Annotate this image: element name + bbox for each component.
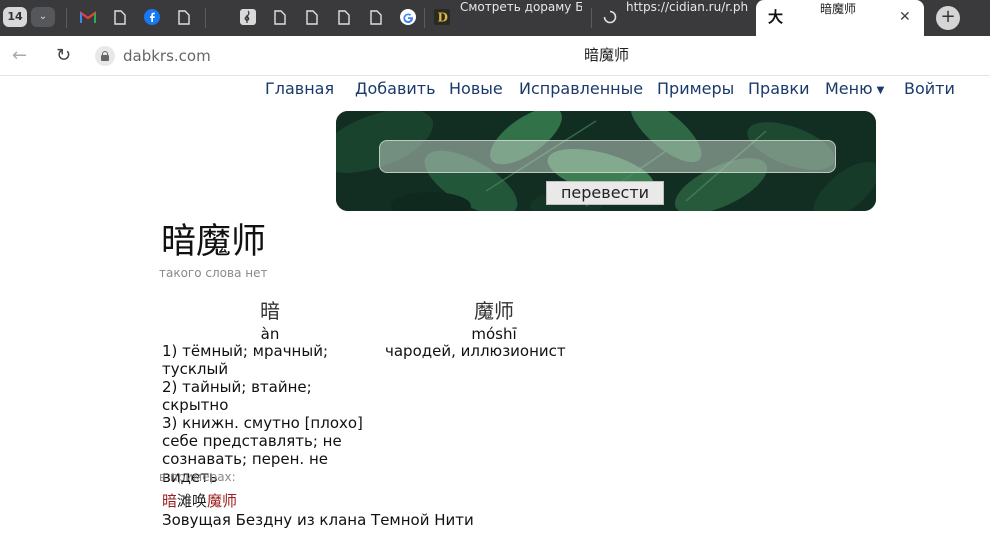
address-page-title: 暗魔师: [584, 46, 630, 64]
nav-edits[interactable]: Правки: [748, 79, 809, 99]
gmail-tab[interactable]: [79, 8, 97, 26]
close-icon[interactable]: ✕: [899, 8, 911, 26]
component-2-hanzi[interactable]: 魔师: [444, 298, 544, 324]
tab-strip: 14 ⌄ D Смотреть дораму Ба https://cidian…: [0, 0, 990, 36]
document-tab[interactable]: [271, 8, 289, 26]
nav-new[interactable]: Новые: [449, 79, 503, 99]
back-arrow-icon[interactable]: ←: [12, 46, 27, 66]
document-icon: [274, 9, 286, 25]
facebook-tab[interactable]: [143, 8, 161, 26]
treble-clef-icon: [240, 9, 256, 25]
component-2-definitions: чародей, иллюзионист: [385, 342, 585, 360]
tab-list-dropdown[interactable]: ⌄: [31, 7, 55, 27]
document-tab[interactable]: [175, 8, 193, 26]
component-1-hanzi[interactable]: 暗: [240, 298, 300, 324]
reload-icon[interactable]: ↻: [56, 46, 71, 66]
chevron-down-icon: ⌄: [38, 11, 48, 22]
loading-tab-favicon: [601, 8, 619, 26]
definition-line: 2) тайный; втайне; скрытно: [162, 378, 312, 414]
tab-cidian[interactable]: https://cidian.ru/r.ph: [626, 0, 748, 36]
document-tab[interactable]: [367, 8, 385, 26]
example-translation: Зовущая Бездну из клана Темной Нити: [162, 511, 474, 529]
example-plain: 滩唤: [177, 492, 208, 510]
loading-spinner-icon: [603, 10, 617, 24]
translate-button[interactable]: перевести: [546, 181, 664, 205]
tab-separator: [424, 8, 425, 28]
headword: 暗魔师: [161, 222, 267, 262]
dorama-tab-favicon[interactable]: D: [433, 8, 451, 26]
music-tab[interactable]: [239, 8, 257, 26]
definition-line: 1) тёмный; мрачный;: [162, 342, 329, 360]
component-1: 暗 àn: [240, 298, 300, 344]
nav-corrected[interactable]: Исправленные: [519, 79, 643, 99]
document-icon: [306, 9, 318, 25]
lock-icon[interactable]: [95, 46, 115, 66]
document-tab[interactable]: [111, 8, 129, 26]
nav-menu[interactable]: Меню ▼: [825, 79, 884, 99]
tab-separator: [66, 8, 67, 28]
document-tab[interactable]: [335, 8, 353, 26]
component-2-pinyin: móshī: [471, 325, 517, 343]
nav-menu-label: Меню: [825, 79, 873, 98]
nav-add[interactable]: Добавить: [355, 79, 436, 99]
document-icon: [178, 9, 190, 25]
document-icon: [370, 9, 382, 25]
definition-line: тусклый: [162, 360, 229, 378]
example-highlight: 魔师: [207, 492, 238, 510]
nav-home[interactable]: Главная: [265, 79, 334, 99]
component-1-definitions: 1) тёмный; мрачный; тусклый 2) тайный; в…: [162, 342, 380, 486]
active-tab-title: 暗魔师: [820, 2, 857, 16]
google-icon: [400, 9, 416, 25]
favicon-da: 大: [768, 8, 784, 26]
triangle-down-icon: ▼: [876, 85, 885, 96]
word-status: такого слова нет: [159, 266, 268, 280]
url-domain[interactable]: dabkrs.com: [123, 46, 211, 66]
tab-counter[interactable]: 14: [3, 7, 27, 27]
letter-d-logo-icon: D: [434, 9, 450, 25]
document-tab[interactable]: [303, 8, 321, 26]
address-bar: ← ↻ dabkrs.com 暗魔师: [0, 36, 990, 76]
plus-icon: +: [940, 6, 956, 27]
active-tab[interactable]: 大 暗魔师 ✕: [756, 0, 924, 36]
search-input[interactable]: [379, 140, 836, 173]
examples-label: в примерах:: [159, 470, 236, 484]
gmail-icon: [80, 11, 96, 23]
component-1-pinyin: àn: [260, 325, 280, 343]
google-tab[interactable]: [399, 8, 417, 26]
component-2: 魔师 móshī: [444, 298, 544, 344]
facebook-icon: [144, 9, 160, 25]
svg-text:D: D: [438, 11, 448, 25]
example-chinese[interactable]: 暗滩唤魔师: [162, 492, 237, 510]
definition-line: чародей, иллюзионист: [385, 342, 566, 360]
tab-separator: [591, 8, 592, 28]
definition-line: 3) книжн. смутно [плохо]: [162, 414, 363, 432]
nav-login[interactable]: Войти: [904, 79, 955, 99]
document-icon: [114, 9, 126, 25]
document-icon: [338, 9, 350, 25]
tab-separator: [205, 8, 206, 28]
nav-examples[interactable]: Примеры: [657, 79, 734, 99]
new-tab-button[interactable]: +: [936, 6, 960, 30]
example-highlight: 暗: [162, 492, 178, 510]
tab-dorama[interactable]: Смотреть дораму Ба: [460, 0, 582, 36]
definition-line: себе представлять; не: [162, 432, 342, 450]
